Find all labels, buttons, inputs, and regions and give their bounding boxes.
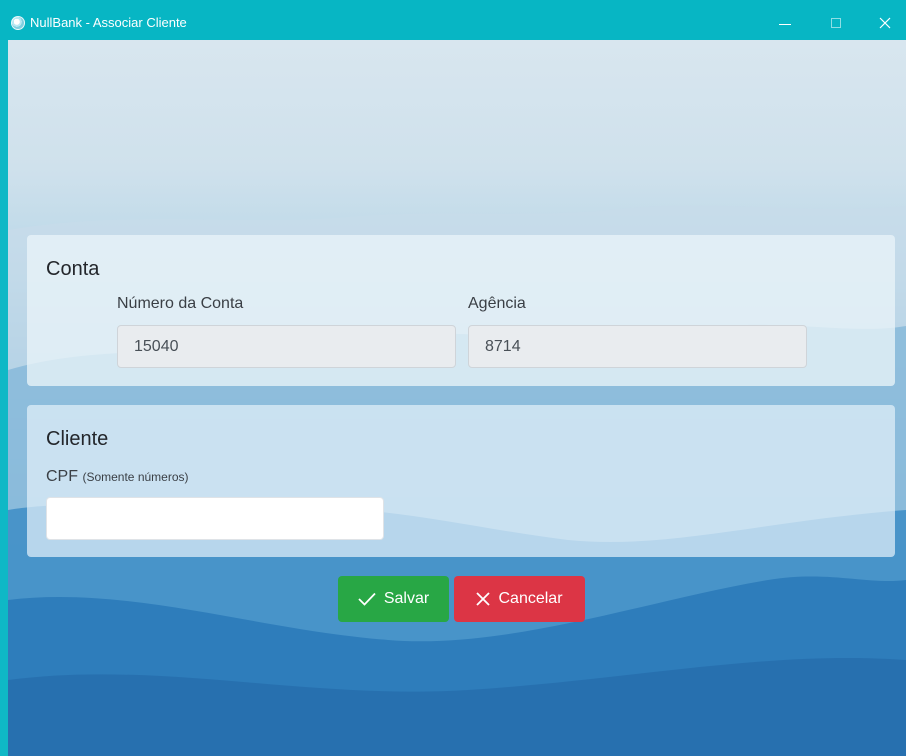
nullbank-logo-icon — [11, 16, 25, 30]
cpf-hint: (Somente números) — [82, 470, 189, 484]
cancelar-button[interactable]: Cancelar — [454, 576, 585, 622]
mountain-background-image — [8, 205, 906, 756]
cliente-section-title: Cliente — [46, 428, 109, 450]
numero-conta-input[interactable] — [117, 325, 456, 368]
agencia-label: Agência — [468, 295, 526, 312]
cpf-label-text: CPF — [46, 468, 78, 485]
title-bar[interactable]: NullBank - Associar Cliente — [0, 0, 906, 40]
close-button[interactable] — [862, 0, 906, 40]
cliente-panel: Cliente CPF (Somente números) — [27, 405, 895, 557]
form-background: Conta Número da Conta Agência Cliente CP… — [8, 40, 906, 756]
cpf-input[interactable] — [46, 497, 384, 540]
app-window: NullBank - Associar Cliente Conta Número… — [0, 0, 906, 756]
agencia-input[interactable] — [468, 325, 807, 368]
conta-section-title: Conta — [46, 258, 100, 280]
maximize-button[interactable] — [814, 0, 860, 40]
minimize-button[interactable] — [762, 0, 808, 40]
x-icon — [476, 592, 491, 606]
conta-panel: Conta Número da Conta Agência — [27, 235, 895, 386]
numero-conta-label: Número da Conta — [117, 295, 244, 312]
salvar-button[interactable]: Salvar — [338, 576, 449, 622]
cancelar-label: Cancelar — [498, 590, 563, 607]
check-icon — [358, 592, 376, 606]
salvar-label: Salvar — [383, 590, 430, 607]
window-title: NullBank - Associar Cliente — [30, 15, 187, 30]
cpf-label: CPF (Somente números) — [46, 467, 189, 487]
close-icon — [879, 17, 891, 29]
